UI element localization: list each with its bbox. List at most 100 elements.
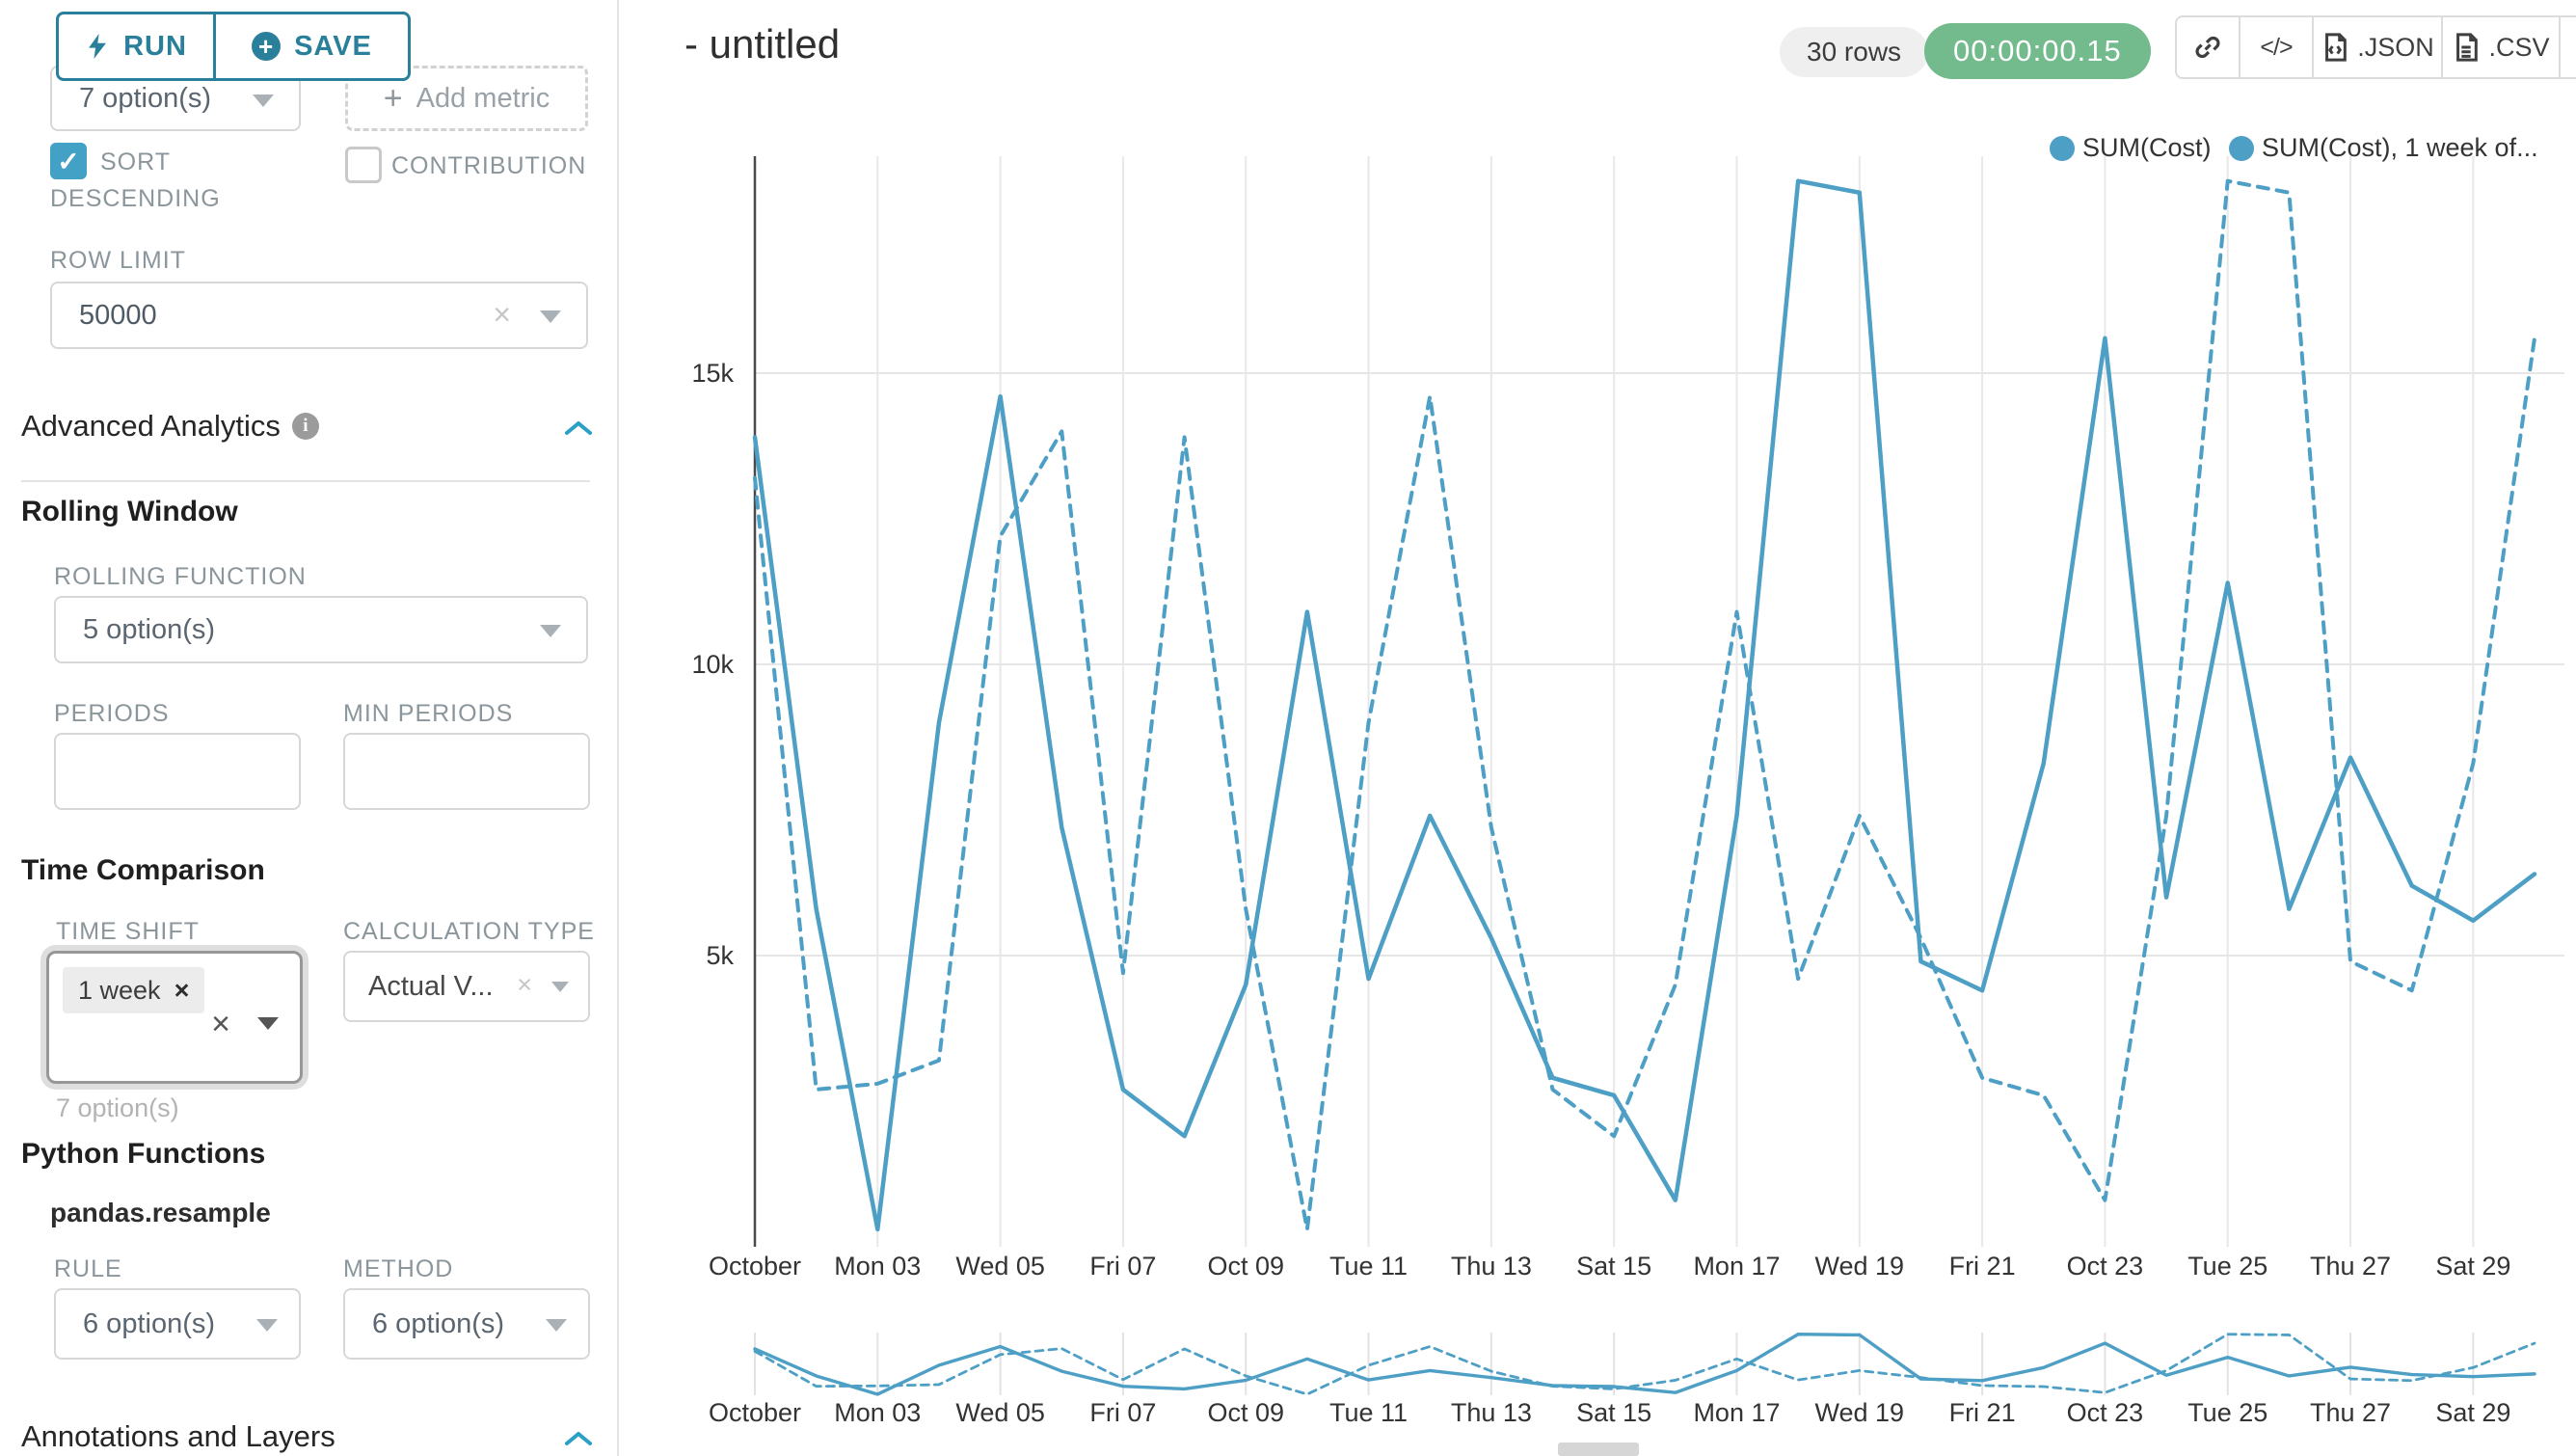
export-csv-button[interactable]: .CSV — [2441, 17, 2559, 77]
chevron-down-icon — [257, 1017, 279, 1030]
mini-series-line-solid — [755, 1335, 2535, 1394]
contribution-label: CONTRIBUTION — [391, 152, 586, 180]
time-shift-tag[interactable]: 1 week × — [63, 967, 204, 1013]
pane-resize-handle[interactable] — [1558, 1443, 1639, 1456]
mini-x-axis-tick-label: Thu 13 — [1451, 1398, 1532, 1427]
sort-descending-checkbox[interactable]: ✓ — [50, 143, 87, 179]
sort-descending-label-line2: DESCENDING — [50, 185, 221, 213]
run-button[interactable]: RUN — [59, 14, 213, 78]
row-limit-label: ROW LIMIT — [50, 247, 186, 275]
mini-x-axis-tick-label: October — [709, 1398, 801, 1427]
mini-x-axis-tick-label: Tue 11 — [1329, 1398, 1408, 1427]
pandas-resample-label: pandas.resample — [50, 1198, 271, 1228]
calculation-type-value: Actual V... — [345, 971, 494, 1003]
check-icon: ✓ — [57, 146, 79, 177]
rolling-function-label: ROLLING FUNCTION — [54, 563, 307, 591]
clear-icon[interactable]: × — [493, 299, 511, 330]
row-limit-value: 50000 — [52, 300, 157, 332]
control-panel-sidebar: RUN + SAVE 7 option(s) + Add metric ✓ SO… — [0, 0, 619, 1456]
annotations-header[interactable]: Annotations and Layers — [21, 1419, 335, 1454]
series-line-solid — [755, 181, 2535, 1229]
save-button[interactable]: + SAVE — [213, 14, 408, 78]
x-axis-tick-label: Fri 07 — [1089, 1252, 1156, 1281]
chevron-down-icon — [546, 1319, 567, 1332]
advanced-analytics-header[interactable]: Advanced Analytics i — [21, 409, 319, 444]
series-line-dashed — [755, 181, 2535, 1229]
row-limit-select[interactable]: 50000 × — [50, 282, 588, 349]
clear-icon[interactable]: × — [517, 972, 532, 998]
chart-title[interactable]: - untitled — [684, 21, 840, 67]
x-axis-tick-label: Sat 29 — [2435, 1252, 2510, 1281]
view-query-button[interactable]: </> — [2239, 17, 2312, 77]
clear-icon[interactable]: × — [211, 1008, 230, 1040]
x-axis-tick-label: Mon 03 — [834, 1252, 921, 1281]
plus-circle-icon: + — [252, 32, 281, 61]
min-periods-label: MIN PERIODS — [343, 700, 513, 728]
legend-item-sum-cost-offset[interactable]: SUM(Cost), 1 week of... — [2229, 133, 2538, 163]
mini-x-axis-tick-label: Tue 25 — [2187, 1398, 2267, 1427]
collapse-chevron-icon[interactable] — [563, 418, 594, 438]
time-shift-select[interactable]: 1 week × × — [46, 951, 303, 1084]
python-functions-title: Python Functions — [21, 1138, 265, 1171]
mini-x-axis-tick-label: Oct 23 — [2067, 1398, 2144, 1427]
export-json-label: .JSON — [2357, 33, 2434, 63]
json-file-icon — [2321, 32, 2349, 63]
rule-label: RULE — [54, 1255, 122, 1283]
x-axis-tick-label: Wed 05 — [955, 1252, 1045, 1281]
y-axis-tick-label: 15k — [691, 359, 734, 388]
chart-menu-button[interactable] — [2559, 17, 2576, 77]
mini-x-axis-tick-label: Sat 29 — [2435, 1398, 2510, 1427]
calculation-type-select[interactable]: Actual V... × — [343, 951, 590, 1022]
mini-x-axis-tick-label: Fri 21 — [1949, 1398, 2016, 1427]
link-icon — [2192, 32, 2223, 63]
mini-x-axis-tick-label: Thu 27 — [2310, 1398, 2391, 1427]
rolling-function-select[interactable]: 5 option(s) — [54, 596, 588, 663]
method-value: 6 option(s) — [345, 1308, 504, 1340]
add-metric-label: Add metric — [416, 83, 550, 115]
calculation-type-label: CALCULATION TYPE — [343, 918, 595, 946]
rolling-window-title: Rolling Window — [21, 496, 238, 528]
share-link-button[interactable] — [2177, 17, 2239, 77]
mini-x-axis-tick-label: Mon 17 — [1693, 1398, 1780, 1427]
time-comparison-title: Time Comparison — [21, 854, 265, 887]
section-divider — [21, 480, 590, 482]
x-axis-tick-label: Sat 15 — [1576, 1252, 1651, 1281]
export-json-button[interactable]: .JSON — [2312, 17, 2441, 77]
rule-select[interactable]: 6 option(s) — [54, 1288, 301, 1360]
legend-dot-icon — [2050, 136, 2075, 161]
chart-actions-toolbar: </> .JSON .CSV — [2175, 15, 2576, 79]
time-shift-tag-label: 1 week — [78, 976, 161, 1006]
legend-item-sum-cost[interactable]: SUM(Cost) — [2050, 133, 2212, 163]
run-button-label: RUN — [123, 31, 187, 63]
advanced-analytics-title: Advanced Analytics — [21, 409, 281, 444]
explore-page: RUN + SAVE 7 option(s) + Add metric ✓ SO… — [0, 0, 2576, 1456]
method-label: METHOD — [343, 1255, 453, 1283]
x-axis-tick-label: Wed 19 — [1815, 1252, 1905, 1281]
chevron-down-icon — [540, 625, 561, 637]
export-csv-label: .CSV — [2488, 33, 2549, 63]
bolt-icon — [85, 31, 110, 62]
periods-input[interactable] — [54, 733, 301, 810]
legend-dot-icon — [2229, 136, 2254, 161]
tag-close-icon[interactable]: × — [174, 976, 190, 1006]
code-icon: </> — [2260, 34, 2292, 62]
info-icon: i — [292, 413, 319, 440]
periods-label: PERIODS — [54, 700, 170, 728]
contribution-checkbox[interactable] — [345, 147, 382, 183]
y-axis-tick-label: 5k — [706, 941, 734, 970]
csv-file-icon — [2452, 32, 2481, 63]
x-axis-tick-label: Mon 17 — [1693, 1252, 1780, 1281]
method-select[interactable]: 6 option(s) — [343, 1288, 590, 1360]
mini-series-line-dashed — [755, 1335, 2535, 1394]
mini-x-axis-tick-label: Fri 07 — [1089, 1398, 1156, 1427]
min-periods-input[interactable] — [343, 733, 590, 810]
mini-x-axis-tick-label: Mon 03 — [834, 1398, 921, 1427]
legend-label: SUM(Cost) — [2082, 133, 2212, 163]
rolling-function-value: 5 option(s) — [56, 614, 215, 646]
collapse-chevron-icon[interactable] — [563, 1429, 594, 1448]
plus-icon: + — [384, 80, 403, 118]
row-count-badge: 30 rows — [1780, 27, 1928, 77]
x-axis-tick-label: October — [709, 1252, 801, 1281]
legend-label: SUM(Cost), 1 week of... — [2262, 133, 2538, 163]
time-shift-label: TIME SHIFT — [56, 918, 200, 946]
